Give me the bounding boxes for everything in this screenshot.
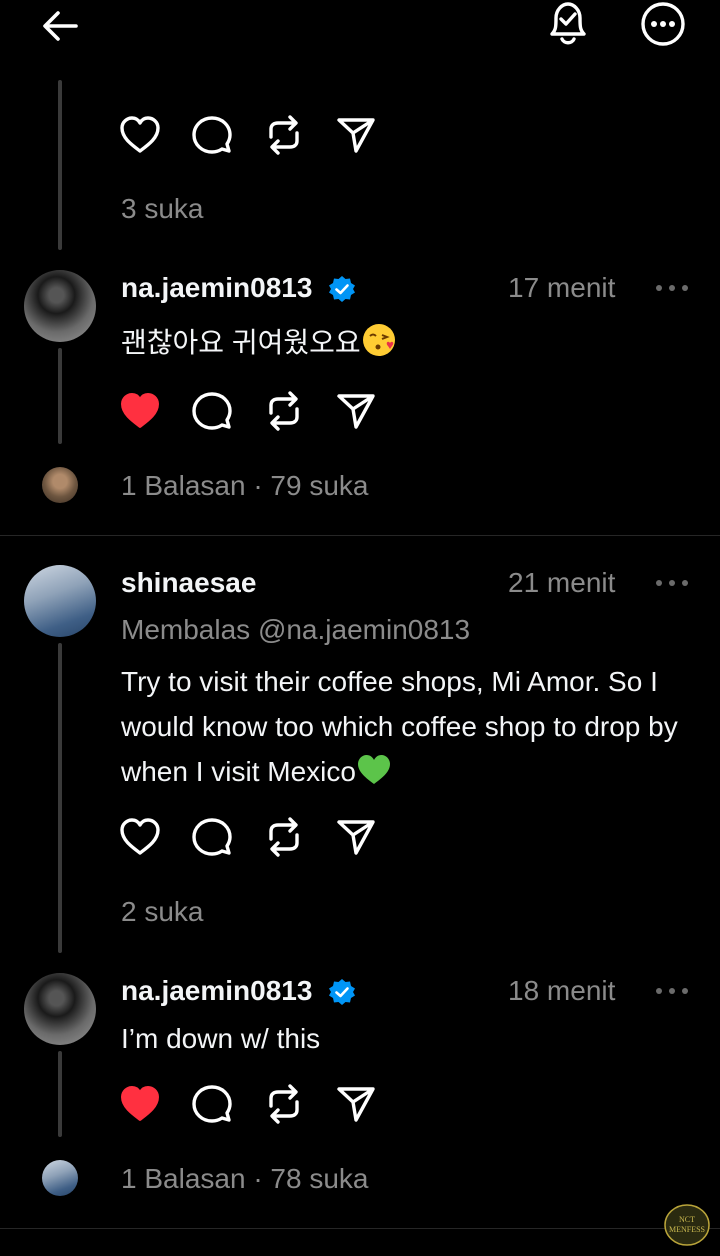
arrow-left-icon (43, 11, 78, 41)
post-text-content: Try to visit their coffee shops, Mi Amor… (121, 666, 678, 787)
reply-avatar (42, 467, 78, 503)
like-button[interactable] (118, 389, 162, 433)
share-button[interactable] (334, 1082, 378, 1126)
post-actions (118, 113, 378, 157)
timestamp: 17 menit (508, 272, 616, 303)
username[interactable]: na.jaemin0813 (121, 975, 312, 1007)
comment-icon (192, 818, 232, 856)
svg-text:NCT: NCT (679, 1215, 695, 1224)
repost-button[interactable] (262, 113, 306, 157)
comment-button[interactable] (190, 389, 234, 433)
repost-icon (269, 817, 299, 857)
avatar[interactable] (24, 565, 96, 637)
post-text-content: 괜찮아요 귀여웠오요 (121, 327, 361, 358)
watermark-logo: NCT MENFESS (664, 1204, 710, 1246)
likes-count[interactable]: 2 suka (121, 896, 204, 928)
heart-outline-icon (120, 116, 160, 153)
back-button[interactable] (40, 6, 80, 46)
timestamp: 21 menit (508, 567, 616, 598)
send-icon (337, 820, 375, 855)
send-icon (337, 394, 375, 429)
reply-to-label[interactable]: Membalas @na.jaemin0813 (121, 614, 470, 646)
send-icon (337, 1087, 375, 1122)
thread-line (58, 348, 62, 444)
thread-line (58, 643, 62, 953)
comment-button[interactable] (190, 113, 234, 157)
repost-icon (269, 115, 299, 155)
reply-avatar (42, 1160, 78, 1196)
like-button[interactable] (118, 815, 162, 859)
notification-button[interactable] (546, 0, 590, 48)
repost-icon (269, 1084, 299, 1124)
comment-icon (192, 392, 232, 430)
thread-line (58, 80, 62, 250)
username[interactable]: shinaesae (121, 567, 256, 599)
heart-filled-icon (121, 393, 159, 428)
share-button[interactable] (334, 389, 378, 433)
avatar[interactable] (24, 973, 96, 1045)
timestamp: 18 menit (508, 975, 616, 1006)
more-options-button[interactable] (640, 1, 686, 47)
repost-button[interactable] (262, 1082, 306, 1126)
repost-button[interactable] (262, 815, 306, 859)
green-heart-emoji-icon (357, 755, 390, 784)
divider (0, 535, 720, 536)
post-more-button[interactable] (656, 986, 690, 996)
comment-icon (192, 1085, 232, 1123)
avatar[interactable] (24, 270, 96, 342)
repost-icon (269, 391, 299, 431)
kissing-heart-emoji-icon (362, 324, 395, 356)
likes-count[interactable]: 3 suka (121, 193, 204, 225)
post-text: I’m down w/ this (121, 1023, 321, 1054)
bell-check-icon (550, 2, 586, 45)
send-icon (337, 118, 375, 153)
share-button[interactable] (334, 113, 378, 157)
post-actions (118, 389, 378, 433)
post-text: 괜찮아요 귀여웠오요 (121, 320, 397, 365)
heart-filled-icon (121, 1086, 159, 1121)
verified-badge-icon (329, 979, 355, 1005)
thread-line (58, 1051, 62, 1137)
username[interactable]: na.jaemin0813 (121, 272, 312, 304)
svg-text:MENFESS: MENFESS (669, 1225, 705, 1234)
verified-badge-icon (329, 276, 355, 302)
share-button[interactable] (334, 815, 378, 859)
post-more-button[interactable] (656, 283, 690, 293)
replies-likes-count[interactable]: 1 Balasan · 79 suka (121, 470, 369, 502)
divider (0, 1228, 720, 1229)
repost-button[interactable] (262, 389, 306, 433)
comment-button[interactable] (190, 815, 234, 859)
comment-button[interactable] (190, 1082, 234, 1126)
like-button[interactable] (118, 113, 162, 157)
post-actions (118, 1082, 378, 1126)
replies-likes-count[interactable]: 1 Balasan · 78 suka (121, 1163, 369, 1195)
more-circle-icon (641, 2, 685, 46)
post-text: Try to visit their coffee shops, Mi Amor… (121, 659, 706, 794)
post-more-button[interactable] (656, 578, 690, 588)
comment-icon (192, 116, 232, 154)
like-button[interactable] (118, 1082, 162, 1126)
post-actions (118, 815, 378, 859)
heart-outline-icon (120, 818, 160, 855)
